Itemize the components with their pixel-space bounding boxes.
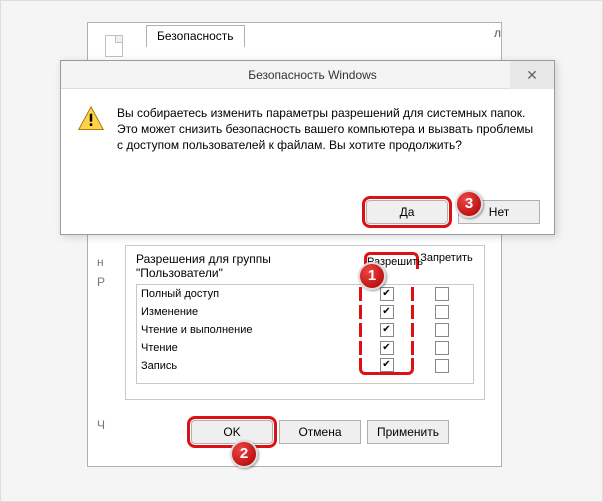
deny-checkbox[interactable] [435,323,449,337]
deny-checkbox[interactable] [435,305,449,319]
permissions-title: Разрешения для группы "Пользователи" [136,252,360,280]
permissions-panel: Разрешения для группы "Пользователи" Раз… [125,245,485,400]
cancel-button[interactable]: Отмена [279,420,361,444]
faint-text: н [97,255,104,269]
deny-checkbox[interactable] [435,359,449,373]
ok-button[interactable]: OK [191,420,273,444]
allow-checkbox[interactable] [380,358,394,372]
allow-checkbox[interactable] [380,287,394,301]
allow-checkbox[interactable] [380,341,394,355]
allow-checkbox[interactable] [380,323,394,337]
tab-security[interactable]: Безопасность [146,25,245,47]
permission-row: Полный доступ [137,285,473,303]
permissions-header: Разрешения для группы "Пользователи" Раз… [126,246,484,284]
permission-label: Запись [141,360,355,372]
permission-label: Чтение и выполнение [141,324,355,336]
permission-row: Чтение и выполнение [137,321,473,339]
permission-row: Запись [137,357,473,375]
dialog-titlebar: Безопасность Windows ✕ [61,61,554,89]
yes-button[interactable]: Да [366,200,448,224]
tab-row: Безопасность [146,25,245,47]
faint-text: Р [97,275,105,289]
dialog-buttons: Да Нет [366,200,540,224]
deny-checkbox[interactable] [435,287,449,301]
dialog-title: Безопасность Windows [248,68,377,82]
dialog-body: Вы собираетесь изменить параметры разреш… [61,89,554,161]
annotation-badge-3: 3 [455,190,483,218]
permission-row: Изменение [137,303,473,321]
apply-button[interactable]: Применить [367,420,449,444]
column-deny: Запретить [419,252,474,264]
annotation-badge-1: 1 [358,262,386,290]
dialog-button-row: OK Отмена Применить [140,420,449,444]
deny-checkbox[interactable] [435,341,449,355]
close-button[interactable]: ✕ [510,61,554,89]
warning-icon [77,105,105,133]
stray-char: л [494,26,501,40]
permission-label: Чтение [141,342,355,354]
faint-text: Ч [97,418,105,432]
permission-label: Изменение [141,306,355,318]
permission-label: Полный доступ [141,288,355,300]
dialog-message: Вы собираетесь изменить параметры разреш… [117,105,538,153]
annotation-badge-2: 2 [230,440,258,468]
allow-checkbox[interactable] [380,305,394,319]
permission-row: Чтение [137,339,473,357]
permissions-list: Полный доступ Изменение Чтение и выполне… [136,284,474,384]
file-icon [105,35,123,57]
